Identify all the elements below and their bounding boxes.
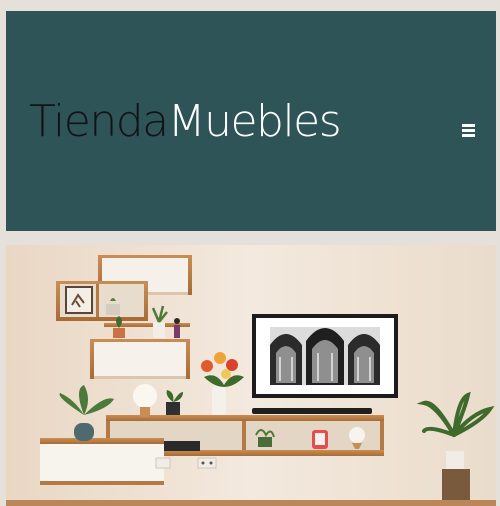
- menu-bar-top: [462, 124, 475, 127]
- shelf-cubby-left: [56, 281, 148, 321]
- soundbar: [252, 408, 372, 414]
- hamburger-menu-icon[interactable]: [461, 122, 477, 140]
- logo-word-muebles: Muebles: [167, 96, 342, 147]
- hero-image: [6, 245, 496, 506]
- white-drawer-cabinet: [40, 438, 164, 485]
- small-framed-print: [65, 286, 93, 314]
- logo-word-tienda: Tienda: [29, 96, 169, 147]
- shelf-unit-middle: [90, 339, 190, 379]
- site-header: TiendaMuebles: [6, 11, 496, 231]
- floor: [6, 500, 496, 506]
- terracotta-pot: [113, 328, 125, 338]
- living-room-illustration: [6, 245, 496, 506]
- framed-cathedral-art: [252, 314, 398, 398]
- menu-bar-middle: [462, 129, 475, 132]
- site-logo[interactable]: TiendaMuebles: [29, 96, 342, 147]
- menu-bar-bottom: [462, 134, 475, 137]
- white-vase: [153, 322, 165, 338]
